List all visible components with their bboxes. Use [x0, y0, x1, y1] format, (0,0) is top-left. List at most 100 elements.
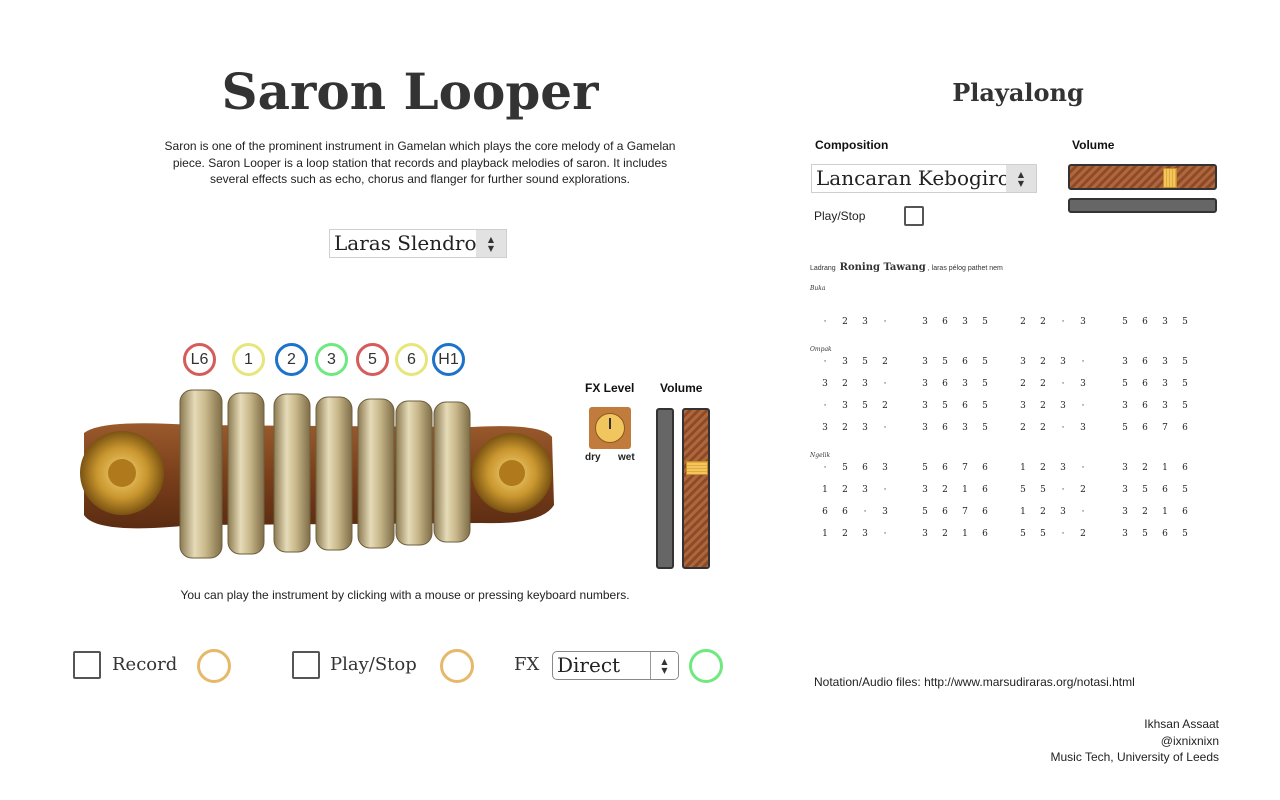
ngelik-note: 3	[882, 463, 888, 473]
ompak-note: 3	[1060, 357, 1066, 367]
playalong-playstop-checkbox[interactable]	[904, 206, 924, 226]
ngelik-note: 3	[1122, 507, 1128, 517]
source-link[interactable]: Notation/Audio files: http://www.marsudi…	[814, 675, 1135, 689]
ngelik-note: 1	[1162, 463, 1168, 473]
ngelik-note: 2	[942, 485, 948, 495]
ompak-note: 3	[962, 423, 968, 433]
ngelik-note: 3	[1122, 463, 1128, 473]
ngelik-note: 5	[1182, 485, 1188, 495]
playalong-volume-label: Volume	[1072, 138, 1115, 152]
ngelik-note: 5	[922, 463, 928, 473]
ompak-note: 2	[842, 379, 848, 389]
ngelik-note: 3	[1060, 463, 1066, 473]
saron-bar[interactable]	[227, 392, 265, 555]
note-button-5[interactable]: 5	[356, 343, 389, 376]
buka-note: 6	[1142, 317, 1148, 327]
saron-bar[interactable]	[433, 401, 471, 543]
ompak-note: 6	[962, 401, 968, 411]
buka-note: 3	[962, 317, 968, 327]
chevron-updown-icon: ▲ ▼	[476, 230, 506, 257]
buka-note: ·	[1061, 317, 1065, 327]
ngelik-note: 2	[1142, 463, 1148, 473]
ngelik-note: 2	[1142, 507, 1148, 517]
ngelik-note: 2	[842, 529, 848, 539]
buka-note: 5	[1122, 317, 1128, 327]
ngelik-note: 5	[1040, 529, 1046, 539]
ompak-note: 3	[1162, 357, 1168, 367]
saron-bar[interactable]	[395, 400, 433, 546]
note-button-l6[interactable]: L6	[183, 343, 216, 376]
ompak-note: 2	[842, 423, 848, 433]
playalong-volume-slider[interactable]	[1068, 164, 1217, 190]
ngelik-note: 7	[962, 463, 968, 473]
ompak-note: 5	[1182, 357, 1188, 367]
ngelik-label: Ngelik	[810, 452, 831, 459]
ngelik-note: 3	[862, 529, 868, 539]
record-label: Record	[112, 654, 178, 675]
buka-note: ·	[883, 317, 887, 327]
ompak-note: 6	[1142, 379, 1148, 389]
playstop-checkbox[interactable]	[292, 651, 320, 679]
saron-bar[interactable]	[315, 396, 353, 551]
credits: Ikhsan Assaat @ixnixnixn Music Tech, Uni…	[1050, 716, 1219, 766]
buka-note: 3	[1080, 317, 1086, 327]
ngelik-note: 5	[842, 463, 848, 473]
ngelik-note: ·	[1081, 507, 1085, 517]
ngelik-note: 3	[1060, 507, 1066, 517]
ngelik-note: 6	[842, 507, 848, 517]
ngelik-note: 1	[962, 485, 968, 495]
volume-slider-thumb[interactable]	[686, 460, 708, 475]
ompak-note: 6	[942, 423, 948, 433]
ompak-note: ·	[1081, 401, 1085, 411]
play-hint: You can play the instrument by clicking …	[180, 588, 630, 602]
ngelik-note: 5	[922, 507, 928, 517]
buka-note: 2	[1040, 317, 1046, 327]
ompak-note: 3	[842, 401, 848, 411]
ompak-note: 2	[1040, 357, 1046, 367]
composition-label: Composition	[815, 138, 889, 152]
volume-label: Volume	[660, 381, 703, 395]
fx-wet-label: wet	[618, 452, 635, 463]
ompak-note: 6	[1142, 423, 1148, 433]
saron-bar[interactable]	[179, 389, 223, 559]
record-checkbox[interactable]	[73, 651, 101, 679]
ngelik-note: 3	[922, 529, 928, 539]
ompak-note: 3	[1122, 357, 1128, 367]
note-button-2[interactable]: 2	[275, 343, 308, 376]
ompak-note: 2	[1040, 379, 1046, 389]
ompak-note: 5	[1182, 401, 1188, 411]
ompak-note: 5	[1122, 379, 1128, 389]
ngelik-note: 2	[842, 485, 848, 495]
fx-indicator	[689, 649, 723, 683]
note-button-h1[interactable]: H1	[432, 343, 465, 376]
playalong-volume-thumb[interactable]	[1163, 168, 1178, 188]
composition-select[interactable]: Lancaran Kebogiro ▲ ▼	[811, 164, 1037, 193]
ompak-note: 2	[882, 357, 888, 367]
note-button-3[interactable]: 3	[315, 343, 348, 376]
ompak-note: 6	[942, 379, 948, 389]
ngelik-note: 5	[1040, 485, 1046, 495]
note-button-6[interactable]: 6	[395, 343, 428, 376]
buka-label: Buka	[810, 285, 826, 292]
ompak-note: ·	[823, 401, 827, 411]
fx-select-value: Direct	[557, 653, 621, 677]
laras-select[interactable]: Laras Slendro ▲ ▼	[329, 229, 507, 258]
ompak-note: 5	[862, 401, 868, 411]
ompak-note: 3	[1020, 357, 1026, 367]
record-indicator	[197, 649, 231, 683]
ompak-note: 3	[862, 423, 868, 433]
note-button-1[interactable]: 1	[232, 343, 265, 376]
ompak-note: 3	[1162, 401, 1168, 411]
ompak-note: 3	[822, 423, 828, 433]
fx-level-knob[interactable]	[589, 407, 631, 449]
saron-bar[interactable]	[357, 398, 395, 549]
saron-instrument[interactable]	[72, 385, 562, 575]
ompak-note: 6	[1142, 401, 1148, 411]
ngelik-note: 1	[1020, 463, 1026, 473]
volume-slider[interactable]	[682, 408, 710, 569]
credits-affiliation: Music Tech, University of Leeds	[1050, 750, 1219, 764]
ngelik-note: 5	[1020, 529, 1026, 539]
ngelik-note: 1	[962, 529, 968, 539]
fx-select[interactable]: Direct ▲ ▼	[552, 651, 679, 680]
saron-bar[interactable]	[273, 393, 311, 553]
